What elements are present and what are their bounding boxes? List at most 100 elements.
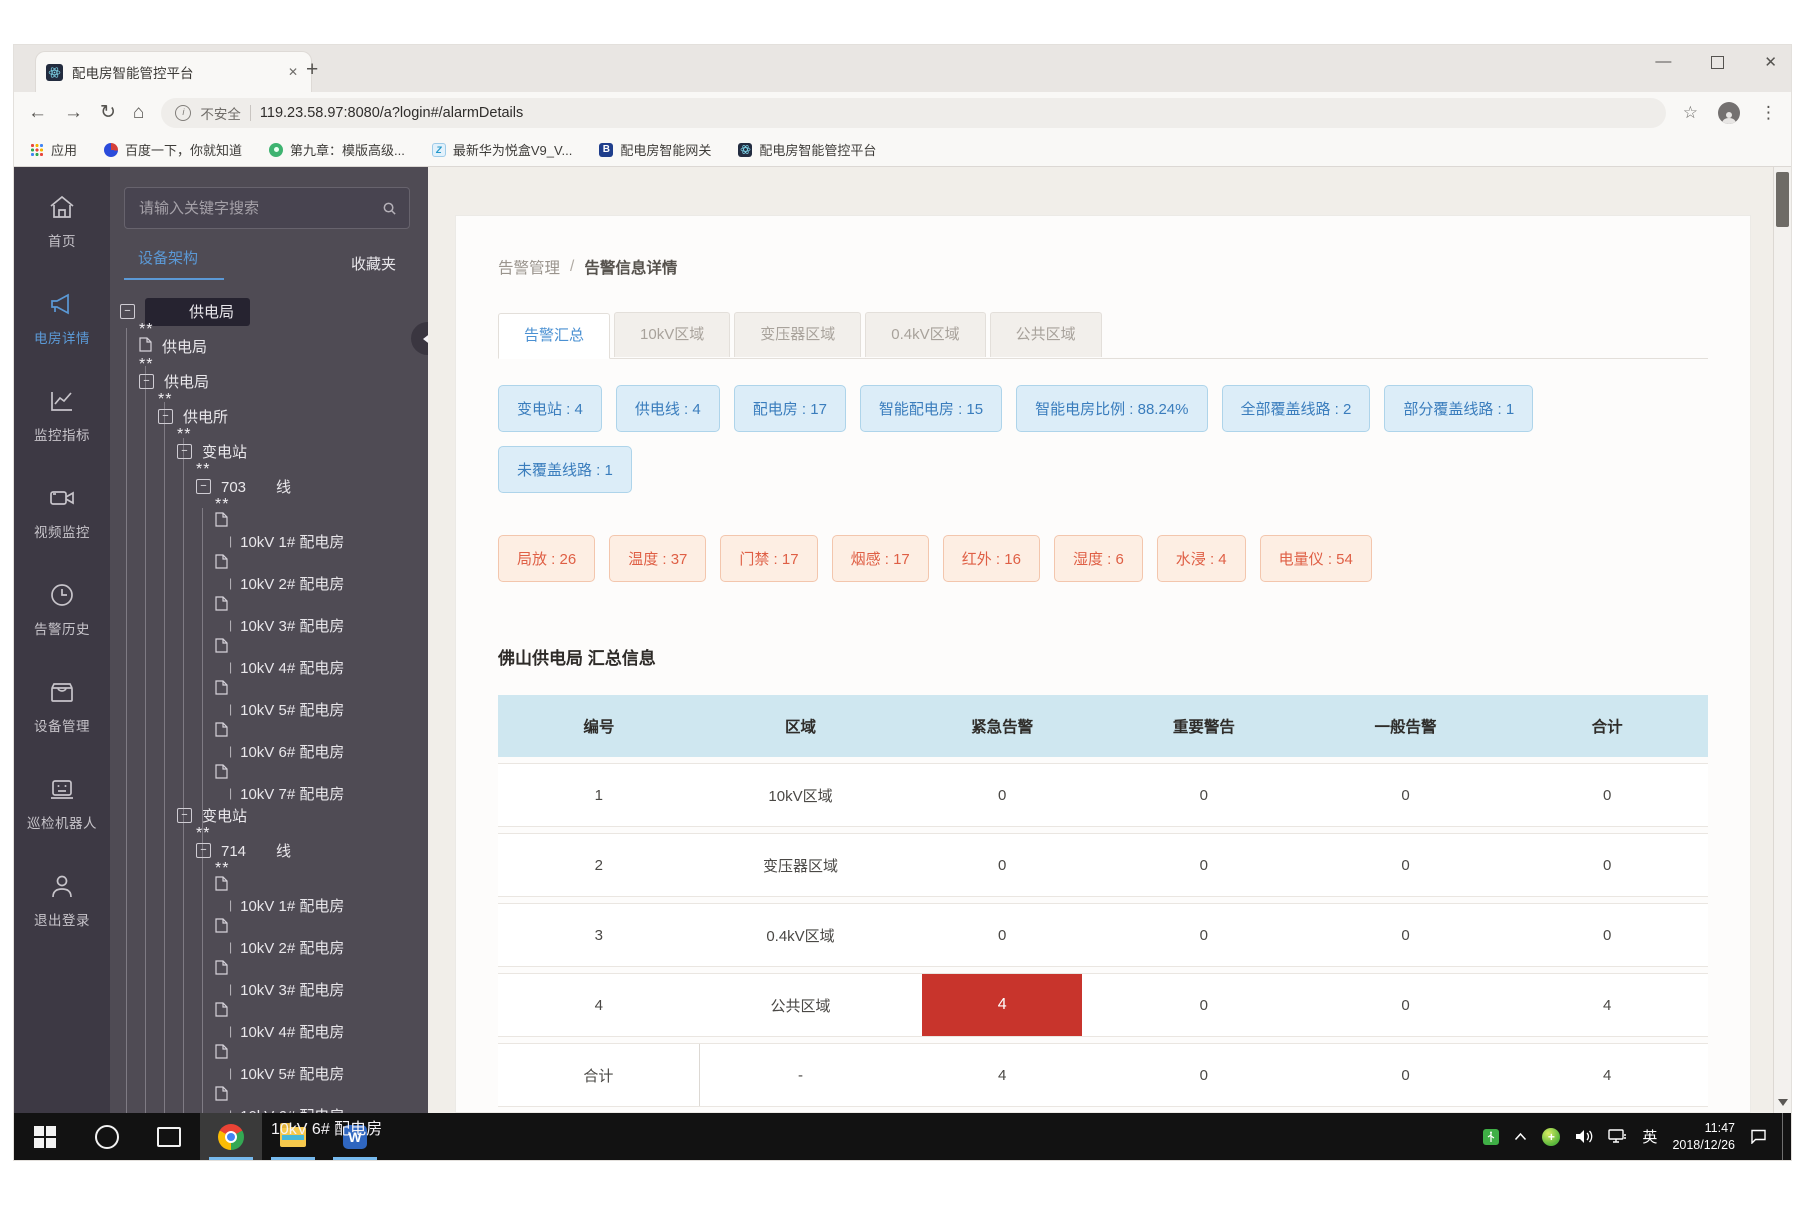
tree-node-leaf[interactable]: | 10kV 7# 配电房 (110, 764, 428, 803)
tree-node-label[interactable]: 10kV 3# 配电房 (240, 615, 344, 636)
sidebar-item-inspection-robot[interactable]: 巡检机器人 (14, 775, 110, 872)
scrollbar-down-arrow[interactable] (1774, 1091, 1791, 1113)
address-bar[interactable]: i 不安全 119.23.58.97:8080/a?login#/alarmDe… (161, 98, 1665, 128)
tree-node-leaf[interactable]: | 10kV 4# 配电房 (110, 1002, 428, 1041)
stat-partial-discharge[interactable]: 局放 : 26 (498, 535, 595, 582)
tree-node-leaf[interactable]: | 10kV 3# 配电房 (110, 960, 428, 999)
tree-node[interactable]: ** 供电局 (110, 324, 428, 356)
usb-icon[interactable] (1483, 1129, 1499, 1145)
stat-smart-room[interactable]: 智能配电房 : 15 (860, 385, 1002, 432)
tree-node-label[interactable]: 10kV 2# 配电房 (240, 573, 344, 594)
tree-node-label[interactable]: 10kV 4# 配电房 (240, 1021, 344, 1042)
close-window-icon[interactable]: ✕ (1764, 53, 1777, 71)
bookmark-baidu[interactable]: 百度一下，你就知道 (104, 140, 242, 159)
tree-node[interactable]: ** 变电站 (110, 429, 428, 461)
tree-node-leaf[interactable]: | 10kV 5# 配电房 (110, 680, 428, 719)
tray-chevron-icon[interactable] (1514, 1132, 1527, 1141)
stat-fully-covered-lines[interactable]: 全部覆盖线路 : 2 (1222, 385, 1371, 432)
scrollbar-thumb[interactable] (1776, 172, 1789, 227)
action-center-icon[interactable] (1750, 1129, 1767, 1144)
tree-node[interactable]: 变电站 (110, 806, 428, 825)
minimize-icon[interactable]: — (1655, 53, 1671, 71)
tree-node-label[interactable]: 10kV 3# 配电房 (240, 979, 344, 1000)
search-input[interactable] (137, 199, 382, 218)
stat-humidity[interactable]: 湿度 : 6 (1054, 535, 1143, 582)
tree-node[interactable]: ** 703 线 (110, 464, 428, 496)
sidebar-item-logout[interactable]: 退出登录 (14, 872, 110, 969)
close-tab-icon[interactable]: ✕ (285, 65, 301, 79)
sidebar-item-monitor-metrics[interactable]: 监控指标 (14, 387, 110, 484)
tree-node-label[interactable]: 10kV 1# 配电房 (240, 895, 344, 916)
tree-node-label[interactable]: 供电局 (162, 336, 207, 357)
stat-temperature[interactable]: 温度 : 37 (609, 535, 706, 582)
bookmark-apps[interactable]: 应用 (30, 140, 77, 159)
tree-node-label[interactable]: 10kV 6# 配电房 (240, 1105, 344, 1114)
tree-node[interactable]: ** 供电局 (110, 359, 428, 391)
tree-node-leaf[interactable]: | 10kV 2# 配电房 (110, 918, 428, 957)
tree-node-label[interactable]: 10kV 2# 配电房 (240, 937, 344, 958)
stat-water[interactable]: 水浸 : 4 (1157, 535, 1246, 582)
tree-node-leaf[interactable]: | 10kV 6# 配电房 (110, 722, 428, 761)
network-monitor-icon[interactable] (1608, 1129, 1627, 1144)
stat-uncovered-lines[interactable]: 未覆盖线路 : 1 (498, 446, 632, 493)
stat-distribution-room[interactable]: 配电房 : 17 (734, 385, 846, 432)
cortana-button[interactable] (76, 1113, 138, 1160)
taskbar-clock[interactable]: 11:47 2018/12/26 (1672, 1120, 1735, 1153)
tree-node-label[interactable]: 10kV 7# 配电房 (240, 783, 344, 804)
task-view-button[interactable] (138, 1113, 200, 1160)
collapse-icon[interactable] (196, 843, 211, 858)
tab-device-structure[interactable]: 设备架构 (124, 247, 224, 280)
tab-public-region[interactable]: 公共区域 (990, 312, 1102, 357)
tree-node-label[interactable]: 供电局 (164, 371, 209, 392)
bookmark-gateway[interactable]: B 配电房智能网关 (599, 140, 711, 159)
tree-node-leaf[interactable]: | 10kV 6# 配电房 (110, 1086, 428, 1113)
tree-node-leaf[interactable]: | 10kV 3# 配电房 (110, 596, 428, 635)
tree-node-label[interactable]: 供电所 (183, 406, 228, 427)
collapse-icon[interactable] (158, 409, 173, 424)
tree-node-root[interactable]: 供电局 (110, 302, 428, 321)
tree-node[interactable]: ** 供电所 (110, 394, 428, 426)
stat-smoke[interactable]: 烟感 : 17 (832, 535, 929, 582)
tree-node-leaf[interactable]: | 10kV 5# 配电房 (110, 1044, 428, 1083)
collapse-icon[interactable] (177, 808, 192, 823)
sidebar-item-device-management[interactable]: 设备管理 (14, 678, 110, 775)
tree-node-leaf[interactable]: ** | 10kV 1# 配电房 (110, 863, 428, 915)
tree-node-label-selected[interactable]: 供电局 (145, 298, 250, 326)
tree-node[interactable]: ** 714 线 (110, 828, 428, 860)
new-tab-button[interactable]: + (306, 58, 318, 82)
bookmark-star-icon[interactable]: ☆ (1683, 103, 1698, 123)
browser-tab[interactable]: 配电房智能管控平台 ✕ (36, 52, 311, 92)
stat-door-access[interactable]: 门禁 : 17 (720, 535, 817, 582)
taskbar-chrome[interactable] (200, 1113, 262, 1160)
sidebar-item-alarm-history[interactable]: 告警历史 (14, 581, 110, 678)
stat-infrared[interactable]: 红外 : 16 (943, 535, 1040, 582)
bookmark-platform[interactable]: 配电房智能管控平台 (738, 140, 876, 159)
bookmark-chapter9[interactable]: 第九章：模版高级... (269, 140, 405, 159)
antivirus-orb-icon[interactable]: + (1542, 1128, 1560, 1146)
stat-smart-room-ratio[interactable]: 智能电房比例 : 88.24% (1016, 385, 1207, 432)
url-text[interactable]: 119.23.58.97:8080/a?login#/alarmDetails (260, 105, 523, 121)
volume-icon[interactable] (1575, 1129, 1593, 1144)
tree-node-label[interactable]: 变电站 (202, 441, 247, 462)
info-icon[interactable]: i (175, 105, 191, 121)
bookmark-huawei-box[interactable]: Z 最新华为悦盒V9_V... (432, 140, 572, 159)
sidebar-item-room-details[interactable]: 电房详情 (14, 290, 110, 387)
browser-menu-icon[interactable]: ⋮ (1760, 103, 1777, 123)
show-desktop-divider[interactable] (1782, 1113, 1783, 1160)
tree-node-label[interactable]: 10kV 5# 配电房 (240, 1063, 344, 1084)
vertical-scrollbar[interactable] (1773, 167, 1791, 1113)
collapse-icon[interactable] (139, 374, 154, 389)
tree-search-box[interactable] (124, 187, 410, 229)
stat-partially-covered-lines[interactable]: 部分覆盖线路 : 1 (1384, 385, 1533, 432)
ime-indicator[interactable]: 英 (1642, 1126, 1657, 1147)
start-button[interactable] (14, 1113, 76, 1160)
tab-transformer-region[interactable]: 变压器区域 (734, 312, 861, 357)
collapse-icon[interactable] (177, 444, 192, 459)
tab-04kv-region[interactable]: 0.4kV区域 (865, 312, 985, 357)
tree-node-leaf[interactable]: | 10kV 4# 配电房 (110, 638, 428, 677)
stat-substation[interactable]: 变电站 : 4 (498, 385, 602, 432)
profile-avatar[interactable] (1718, 102, 1740, 124)
reload-icon[interactable]: ↻ (100, 101, 116, 124)
tab-favorites[interactable]: 收藏夹 (351, 253, 410, 274)
tree-node-label[interactable]: 714 线 (221, 840, 291, 861)
